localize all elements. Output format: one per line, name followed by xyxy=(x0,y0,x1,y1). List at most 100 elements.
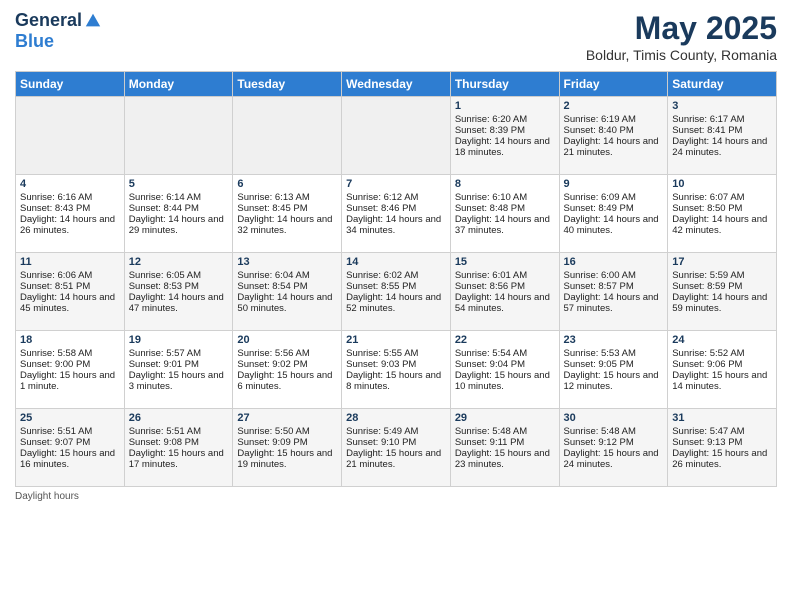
daylight-line: Daylight: 14 hours and 52 minutes. xyxy=(346,292,446,314)
daylight-line: Daylight: 14 hours and 40 minutes. xyxy=(564,214,664,236)
sunset-line: Sunset: 8:46 PM xyxy=(346,203,446,214)
day-cell xyxy=(124,97,233,175)
day-number: 26 xyxy=(129,412,229,424)
daylight-line: Daylight: 15 hours and 24 minutes. xyxy=(564,448,664,470)
day-cell: 11Sunrise: 6:06 AMSunset: 8:51 PMDayligh… xyxy=(16,253,125,331)
sunset-line: Sunset: 9:09 PM xyxy=(237,437,337,448)
day-number: 13 xyxy=(237,256,337,268)
header-row: SundayMondayTuesdayWednesdayThursdayFrid… xyxy=(16,72,777,97)
sunrise-line: Sunrise: 5:48 AM xyxy=(455,426,555,437)
daylight-line: Daylight: 14 hours and 37 minutes. xyxy=(455,214,555,236)
day-number: 8 xyxy=(455,178,555,190)
day-cell: 29 Sunrise: 5:48 AMSunset: 9:11 PMDayligh… xyxy=(450,409,559,487)
daylight-line: Daylight: 15 hours and 21 minutes. xyxy=(346,448,446,470)
calendar-table: SundayMondayTuesdayWednesdayThursdayFrid… xyxy=(15,71,777,487)
subtitle: Boldur, Timis County, Romania xyxy=(586,47,777,63)
daylight-line: Daylight: 14 hours and 26 minutes. xyxy=(20,214,120,236)
daylight-line: Daylight: 15 hours and 14 minutes. xyxy=(672,370,772,392)
day-cell: 14Sunrise: 6:02 AMSunset: 8:55 PMDayligh… xyxy=(342,253,451,331)
sunrise-line: Sunrise: 6:02 AM xyxy=(346,270,446,281)
sunrise-line: Sunrise: 5:47 AM xyxy=(672,426,772,437)
day-cell: 2Sunrise: 6:19 AMSunset: 8:40 PMDaylight… xyxy=(559,97,668,175)
sunrise-line: Sunrise: 5:57 AM xyxy=(129,348,229,359)
day-number: 20 xyxy=(237,334,337,346)
sunrise-line: Sunrise: 5:56 AM xyxy=(237,348,337,359)
day-cell: 20Sunrise: 5:56 AMSunset: 9:02 PMDayligh… xyxy=(233,331,342,409)
sunset-line: Sunset: 8:57 PM xyxy=(564,281,664,292)
daylight-line: Daylight: 14 hours and 24 minutes. xyxy=(672,136,772,158)
header: General Blue May 2025 Boldur, Timis Coun… xyxy=(15,10,777,63)
sunrise-line: Sunrise: 5:49 AM xyxy=(346,426,446,437)
sunset-line: Sunset: 8:55 PM xyxy=(346,281,446,292)
sunset-line: Sunset: 8:44 PM xyxy=(129,203,229,214)
day-cell: 27Sunrise: 5:50 AMSunset: 9:09 PMDayligh… xyxy=(233,409,342,487)
sunset-line: Sunset: 9:01 PM xyxy=(129,359,229,370)
week-row-4: 18Sunrise: 5:58 AMSunset: 9:00 PMDayligh… xyxy=(16,331,777,409)
daylight-line: Daylight: 15 hours and 12 minutes. xyxy=(564,370,664,392)
main-container: General Blue May 2025 Boldur, Timis Coun… xyxy=(0,0,792,512)
day-cell: 22Sunrise: 5:54 AMSunset: 9:04 PMDayligh… xyxy=(450,331,559,409)
logo-general-text: General xyxy=(15,10,82,31)
sunset-line: Sunset: 9:13 PM xyxy=(672,437,772,448)
sunset-line: Sunset: 9:07 PM xyxy=(20,437,120,448)
logo-icon xyxy=(84,12,102,30)
day-number: 23 xyxy=(564,334,664,346)
sunrise-line: Sunrise: 5:51 AM xyxy=(20,426,120,437)
day-number: 29 xyxy=(455,412,555,424)
daylight-line: Daylight: 15 hours and 26 minutes. xyxy=(672,448,772,470)
day-number: 1 xyxy=(455,100,555,112)
day-number: 18 xyxy=(20,334,120,346)
sunrise-line: Sunrise: 5:54 AM xyxy=(455,348,555,359)
sunset-line: Sunset: 9:08 PM xyxy=(129,437,229,448)
day-number: 16 xyxy=(564,256,664,268)
sunset-line: Sunset: 8:59 PM xyxy=(672,281,772,292)
header-cell-thursday: Thursday xyxy=(450,72,559,97)
sunset-line: Sunset: 8:56 PM xyxy=(455,281,555,292)
header-cell-sunday: Sunday xyxy=(16,72,125,97)
logo: General Blue xyxy=(15,10,102,52)
day-cell: 7Sunrise: 6:12 AMSunset: 8:46 PMDaylight… xyxy=(342,175,451,253)
daylight-line: Daylight: 15 hours and 23 minutes. xyxy=(455,448,555,470)
daylight-line: Daylight: 14 hours and 54 minutes. xyxy=(455,292,555,314)
day-cell: 28Sunrise: 5:49 AMSunset: 9:10 PMDayligh… xyxy=(342,409,451,487)
header-cell-monday: Monday xyxy=(124,72,233,97)
sunset-line: Sunset: 8:39 PM xyxy=(455,125,555,136)
day-cell: 10Sunrise: 6:07 AMSunset: 8:50 PMDayligh… xyxy=(668,175,777,253)
daylight-line: Daylight: 15 hours and 16 minutes. xyxy=(20,448,120,470)
daylight-line: Daylight: 15 hours and 19 minutes. xyxy=(237,448,337,470)
sunset-line: Sunset: 9:05 PM xyxy=(564,359,664,370)
day-cell: 6Sunrise: 6:13 AMSunset: 8:45 PMDaylight… xyxy=(233,175,342,253)
day-number: 30 xyxy=(564,412,664,424)
logo-blue-text: Blue xyxy=(15,31,54,52)
title-block: May 2025 Boldur, Timis County, Romania xyxy=(586,10,777,63)
sunset-line: Sunset: 9:11 PM xyxy=(455,437,555,448)
daylight-line: Daylight: 14 hours and 21 minutes. xyxy=(564,136,664,158)
sunrise-line: Sunrise: 6:04 AM xyxy=(237,270,337,281)
day-cell: 9Sunrise: 6:09 AMSunset: 8:49 PMDaylight… xyxy=(559,175,668,253)
sunrise-line: Sunrise: 5:59 AM xyxy=(672,270,772,281)
day-number: 24 xyxy=(672,334,772,346)
day-cell xyxy=(342,97,451,175)
day-number: 21 xyxy=(346,334,446,346)
sunrise-line: Sunrise: 5:48 AM xyxy=(564,426,664,437)
day-number: 2 xyxy=(564,100,664,112)
day-cell xyxy=(16,97,125,175)
sunrise-line: Sunrise: 6:09 AM xyxy=(564,192,664,203)
sunrise-line: Sunrise: 6:07 AM xyxy=(672,192,772,203)
sunset-line: Sunset: 8:51 PM xyxy=(20,281,120,292)
day-cell: 31Sunrise: 5:47 AMSunset: 9:13 PMDayligh… xyxy=(668,409,777,487)
sunrise-line: Sunrise: 5:52 AM xyxy=(672,348,772,359)
sunrise-line: Sunrise: 5:58 AM xyxy=(20,348,120,359)
daylight-line: Daylight: 15 hours and 10 minutes. xyxy=(455,370,555,392)
daylight-line: Daylight: 15 hours and 1 minute. xyxy=(20,370,120,392)
daylight-hours-label: Daylight hours xyxy=(15,491,79,502)
day-number: 22 xyxy=(455,334,555,346)
day-cell: 30Sunrise: 5:48 AMSunset: 9:12 PMDayligh… xyxy=(559,409,668,487)
sunrise-line: Sunrise: 6:12 AM xyxy=(346,192,446,203)
sunrise-line: Sunrise: 6:13 AM xyxy=(237,192,337,203)
day-number: 7 xyxy=(346,178,446,190)
day-cell: 17Sunrise: 5:59 AMSunset: 8:59 PMDayligh… xyxy=(668,253,777,331)
header-cell-friday: Friday xyxy=(559,72,668,97)
sunrise-line: Sunrise: 6:20 AM xyxy=(455,114,555,125)
sunset-line: Sunset: 8:49 PM xyxy=(564,203,664,214)
